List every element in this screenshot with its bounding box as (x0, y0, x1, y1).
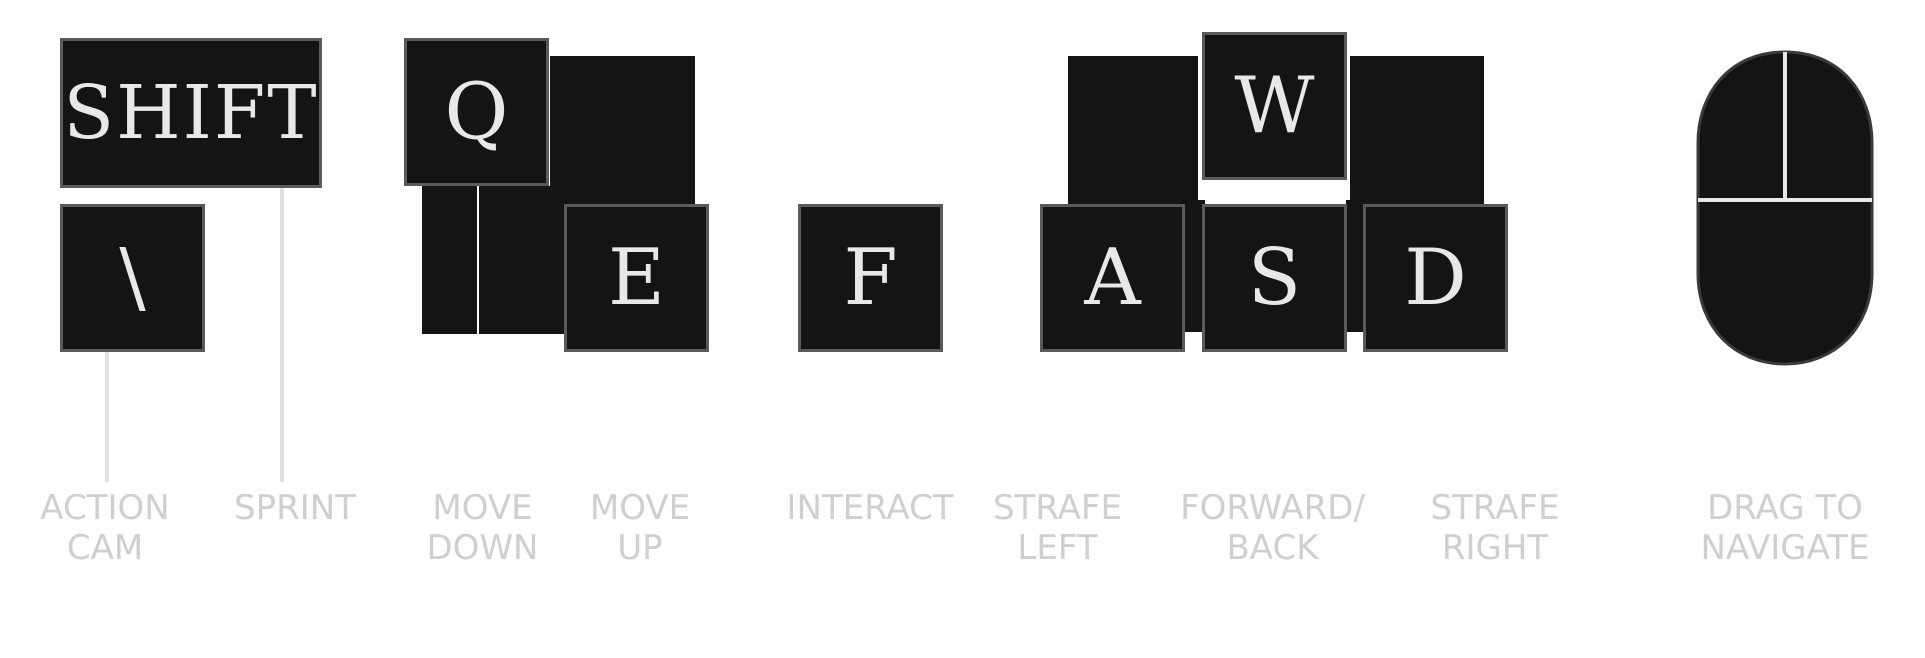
backslash-key[interactable]: \ (60, 204, 205, 352)
shift-key[interactable]: SHIFT (60, 38, 322, 188)
w-key[interactable]: W (1202, 32, 1347, 180)
move-down-backdrop-right (479, 186, 569, 334)
strafe-right-label: STRAFE RIGHT (1430, 488, 1560, 568)
d-key[interactable]: D (1363, 204, 1508, 352)
sprint-label: SPRINT (234, 488, 356, 528)
action-cam-leader (105, 350, 109, 482)
move-up-label: MOVE UP (589, 488, 691, 568)
interact-label: INTERACT (786, 488, 954, 528)
wasd-backdrop-right (1350, 56, 1484, 204)
f-key[interactable]: F (798, 204, 943, 352)
strafe-left-label: STRAFE LEFT (993, 488, 1122, 568)
a-key[interactable]: A (1040, 204, 1185, 352)
move-down-label: MOVE DOWN (426, 488, 539, 568)
move-up-backdrop (550, 56, 695, 204)
action-cam-label: ACTION CAM (40, 488, 170, 568)
mouse-icon[interactable] (1690, 48, 1880, 368)
q-key[interactable]: Q (404, 38, 549, 186)
forward-back-label: FORWARD/ BACK (1180, 488, 1365, 568)
move-down-backdrop-left (422, 186, 477, 334)
drag-to-navigate-label: DRAG TO NAVIGATE (1700, 488, 1870, 568)
e-key[interactable]: E (564, 204, 709, 352)
sprint-leader (280, 186, 284, 482)
wasd-backdrop-left (1068, 56, 1198, 204)
s-key[interactable]: S (1202, 204, 1347, 352)
